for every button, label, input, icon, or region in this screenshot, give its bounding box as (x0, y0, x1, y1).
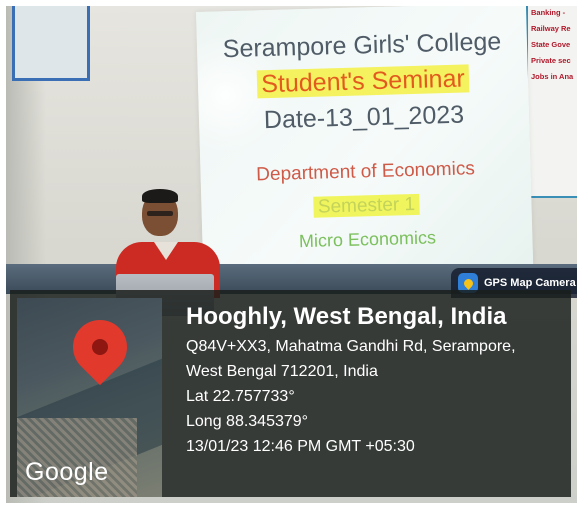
slide-event-title: Student's Seminar (256, 64, 470, 99)
timestamp: 13/01/23 12:46 PM GMT +05:30 (186, 438, 415, 455)
longitude: Long 88.345379° (186, 413, 309, 430)
speaker-hair (142, 189, 178, 203)
address-line-1: Q84V+XX3, Mahatma Gandhi Rd, Serampore, (186, 338, 516, 355)
poster-item: State Gove (531, 40, 571, 49)
location-pin-icon (61, 308, 139, 392)
poster-item: Private sec (531, 56, 571, 65)
speaker-glasses (147, 211, 173, 216)
latitude: Lat 22.757733° (186, 388, 295, 405)
slide-college-name: Serampore Girls' College (222, 27, 502, 64)
slide-subject: Micro Economics (298, 227, 437, 252)
projector-screen: Serampore Girls' College Student's Semin… (196, 6, 534, 282)
wall-poster-left (12, 6, 90, 81)
address-line-2: West Bengal 712201, India (186, 363, 378, 380)
location-details: Hooghly, West Bengal, India Q84V+XX3, Ma… (186, 300, 516, 459)
wall-poster-right: Banking - Railway Re State Gove Private … (526, 6, 577, 198)
google-logo: Google (25, 458, 109, 486)
location-title: Hooghly, West Bengal, India (186, 303, 507, 330)
poster-item: Banking - (531, 8, 566, 17)
poster-item: Jobs in Ana (531, 72, 574, 81)
slide-semester: Semester 1 (313, 193, 420, 218)
gps-badge-label: GPS Map Camera (484, 277, 576, 289)
poster-item: Railway Re (531, 24, 571, 33)
map-thumbnail: Google (17, 298, 162, 497)
slide-department: Department of Economics (255, 158, 476, 186)
